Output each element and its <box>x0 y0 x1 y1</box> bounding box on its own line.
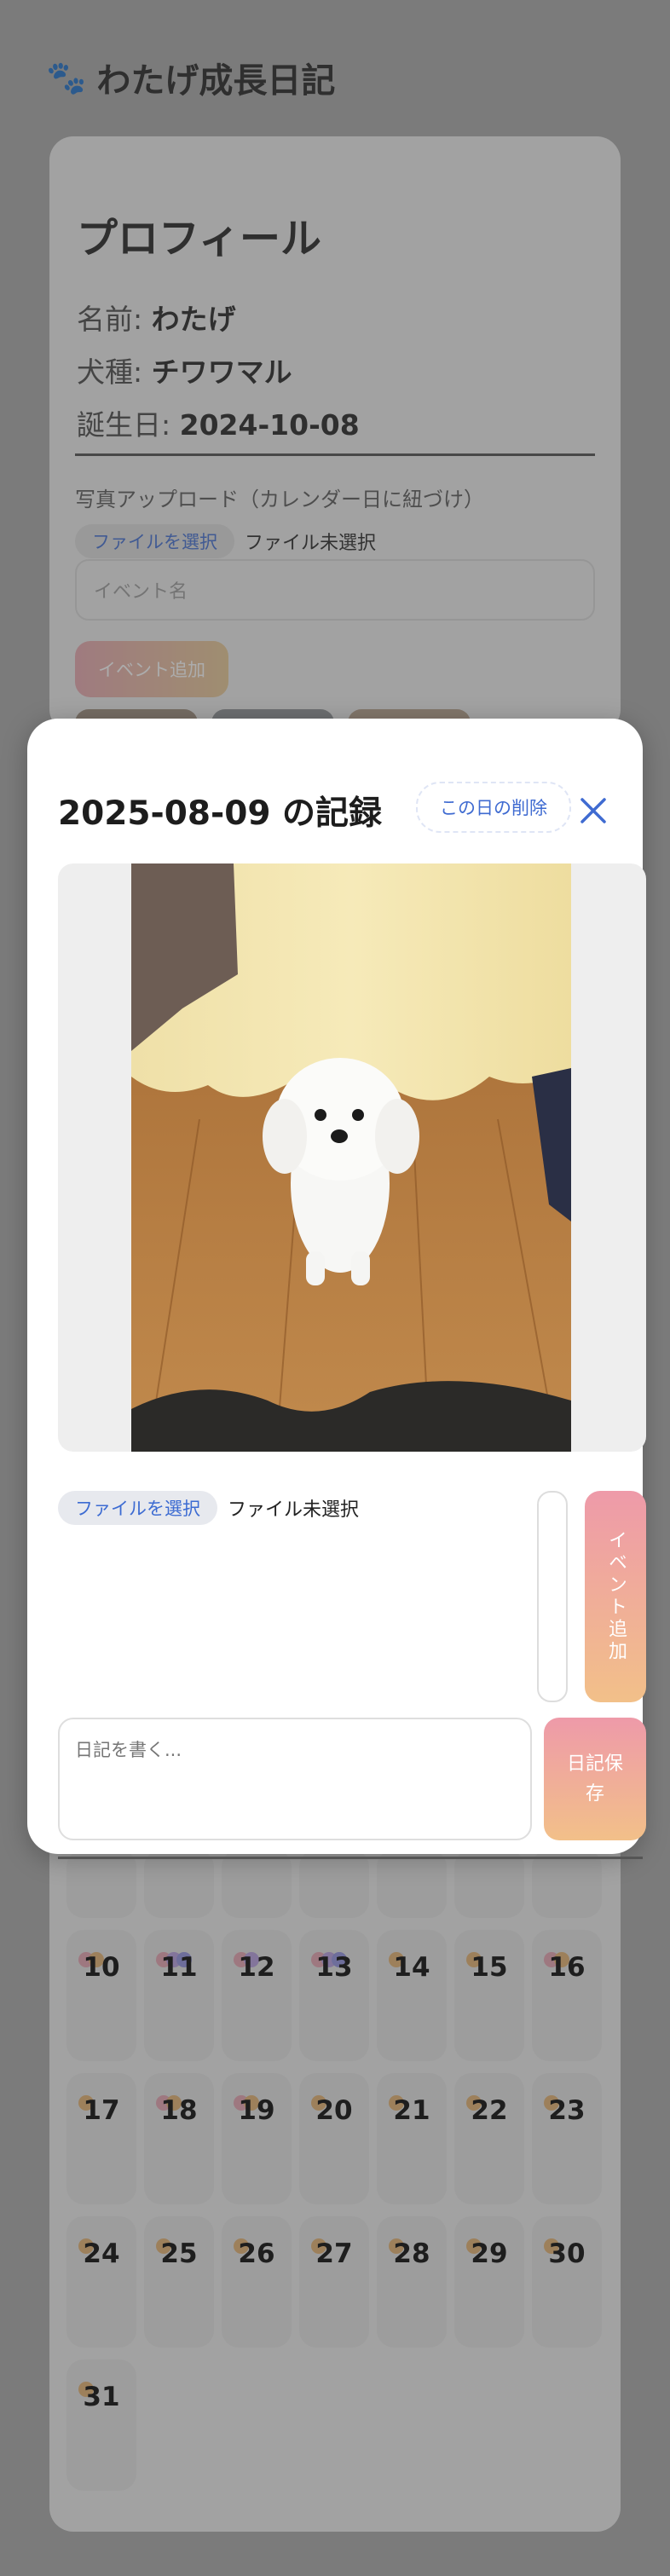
modal-event-button[interactable]: イベント追加 <box>585 1491 646 1702</box>
calendar-day-number: 11 <box>160 1952 198 1983</box>
calendar-day-number: 17 <box>83 2095 120 2126</box>
calendar-day-number: 13 <box>315 1952 353 1983</box>
calendar-day-number: 15 <box>471 1952 508 1983</box>
modal-divider <box>58 1857 643 1859</box>
calendar-day-number: 14 <box>393 1952 430 1983</box>
calendar-day-number: 10 <box>83 1952 120 1983</box>
day-record-modal: 2025-08-09 の記録 この日の削除 ファイルを選択 ファイル未選択 イベ… <box>27 719 646 1859</box>
modal-event-input[interactable] <box>537 1491 568 1702</box>
calendar-day-number: 26 <box>238 2238 275 2269</box>
calendar-day-number: 12 <box>238 1952 275 1983</box>
photo-viewer <box>58 863 646 1452</box>
calendar-day-number: 21 <box>393 2095 430 2126</box>
modal-title: 2025-08-09 の記録 <box>58 794 383 833</box>
calendar-day-number: 27 <box>315 2238 353 2269</box>
modal-file-button[interactable]: ファイルを選択 <box>58 1491 217 1525</box>
calendar-day-number: 18 <box>160 2095 198 2126</box>
diary-textarea[interactable] <box>58 1718 532 1840</box>
calendar-day-number: 16 <box>548 1952 586 1983</box>
calendar-day-number: 30 <box>548 2238 586 2269</box>
calendar-day-number: 29 <box>471 2238 508 2269</box>
modal-file-picker: ファイルを選択 ファイル未選択 <box>58 1491 359 1525</box>
calendar-day-number: 22 <box>471 2095 508 2126</box>
calendar-day-number: 25 <box>160 2238 198 2269</box>
diary-save-button[interactable]: 日記保存 <box>544 1718 646 1840</box>
calendar-day-number: 23 <box>548 2095 586 2126</box>
calendar-day-number: 20 <box>315 2095 353 2126</box>
calendar-day-number: 24 <box>83 2238 120 2269</box>
modal-file-status: ファイル未選択 <box>228 1499 360 1521</box>
close-icon[interactable] <box>569 787 617 835</box>
delete-day-button[interactable]: この日の削除 <box>416 782 571 833</box>
calendar-day-number: 19 <box>238 2095 275 2126</box>
dog-photo <box>131 863 571 1452</box>
calendar-day-number: 28 <box>393 2238 430 2269</box>
calendar-day-number: 31 <box>83 2382 120 2412</box>
